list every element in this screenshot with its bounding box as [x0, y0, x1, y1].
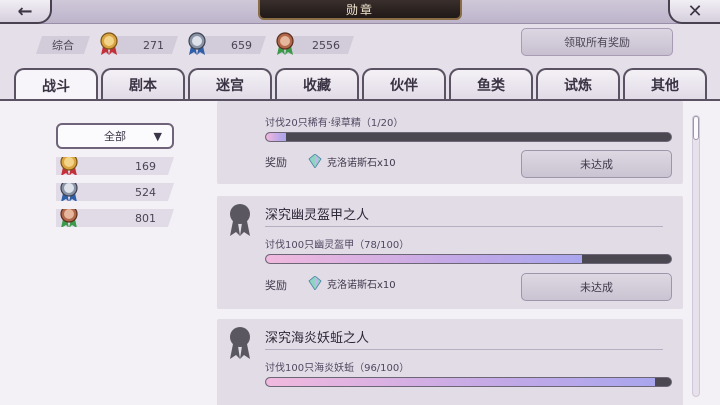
tab-collection[interactable]: 收藏: [275, 68, 359, 100]
scrollbar-thumb[interactable]: [693, 116, 699, 140]
filter-gold-count-row: 169: [56, 157, 174, 175]
back-button[interactable]: ←: [0, 0, 52, 24]
back-arrow-icon: ←: [17, 0, 33, 22]
filter-silver-count-row: 524: [56, 183, 174, 201]
filter-silver-count: 524: [135, 185, 156, 199]
status-button[interactable]: 未达成: [521, 273, 672, 301]
achievement-title: 深究幽灵盔甲之人: [265, 208, 370, 223]
filter-bronze-count: 801: [135, 211, 156, 225]
silver-medal-icon: [58, 179, 80, 203]
category-tabs: 战斗 剧本 迷宫 收藏 伙伴 鱼类 试炼 其他: [0, 66, 720, 101]
achievement-description: 讨伐20只稀有·绿草精（1/20）: [265, 118, 404, 129]
reward-item: 克洛诺斯石x10: [327, 158, 396, 169]
achievement-list: 讨伐20只稀有·绿草精（1/20） 奖励 克洛诺斯石x10 未达成 深究幽灵盔甲…: [217, 101, 683, 405]
filter-dropdown[interactable]: 全部 ▼: [56, 123, 174, 149]
tab-battle[interactable]: 战斗: [14, 68, 98, 101]
reward-label: 奖励: [265, 279, 287, 292]
close-icon: ✕: [687, 0, 703, 22]
gold-medal-icon: [58, 153, 80, 177]
filter-bronze-count-row: 801: [56, 209, 174, 227]
summary-label: 综合: [36, 36, 90, 54]
list-scrollbar[interactable]: [692, 115, 700, 397]
status-button[interactable]: 未达成: [521, 150, 672, 178]
achievement-panel: 全部 ▼ 169 524 801 讨伐20只稀有·绿草精（1/20） 奖励 克洛…: [0, 101, 720, 405]
filter-selected-value: 全部: [104, 130, 126, 143]
dropdown-triangle-icon: ▼: [153, 130, 162, 143]
bronze-medal-count: 2556: [312, 38, 340, 52]
filter-gold-count: 169: [135, 159, 156, 173]
page-title: 勋章: [258, 0, 462, 20]
achievement-title: 深究海炎妖蚯之人: [265, 331, 370, 346]
achievement-progress-bar: [265, 254, 672, 264]
medal-silhouette-icon: [230, 327, 250, 359]
achievement-description: 讨伐100只幽灵盔甲（78/100）: [265, 240, 410, 251]
progress-fill: [266, 378, 655, 386]
tab-trial[interactable]: 试炼: [536, 68, 620, 100]
claim-all-rewards-button[interactable]: 领取所有奖励: [521, 28, 673, 56]
tab-maze[interactable]: 迷宫: [188, 68, 272, 100]
reward-label: 奖励: [265, 156, 287, 169]
title-divider: [265, 349, 663, 350]
medal-silhouette-icon: [230, 204, 250, 236]
achievement-description: 讨伐100只海炎妖蚯（96/100）: [265, 363, 410, 374]
gold-medal-count: 271: [143, 38, 164, 52]
title-divider: [265, 226, 663, 227]
achievement-card: 深究幽灵盔甲之人 讨伐100只幽灵盔甲（78/100） 奖励 克洛诺斯石x10 …: [217, 196, 683, 309]
progress-fill: [266, 133, 287, 141]
tab-other[interactable]: 其他: [623, 68, 707, 100]
medal-summary-bar: 综合 271 659 2556 领取所有奖励: [0, 24, 720, 66]
bronze-medal-icon: [276, 32, 294, 55]
close-button[interactable]: ✕: [668, 0, 720, 24]
silver-medal-icon: [188, 32, 206, 55]
chronos-stone-icon: [308, 154, 322, 168]
silver-medal-count: 659: [231, 38, 252, 52]
achievement-card: 讨伐20只稀有·绿草精（1/20） 奖励 克洛诺斯石x10 未达成: [217, 101, 683, 184]
bronze-medal-icon: [58, 205, 80, 229]
achievement-card: 深究海炎妖蚯之人 讨伐100只海炎妖蚯（96/100）: [217, 319, 683, 405]
progress-fill: [266, 255, 582, 263]
tab-partner[interactable]: 伙伴: [362, 68, 446, 100]
reward-item: 克洛诺斯石x10: [327, 280, 396, 291]
achievement-progress-bar: [265, 132, 672, 142]
chronos-stone-icon: [308, 276, 322, 290]
tab-story[interactable]: 剧本: [101, 68, 185, 100]
achievement-progress-bar: [265, 377, 672, 387]
gold-medal-icon: [100, 32, 118, 55]
tab-fish[interactable]: 鱼类: [449, 68, 533, 100]
